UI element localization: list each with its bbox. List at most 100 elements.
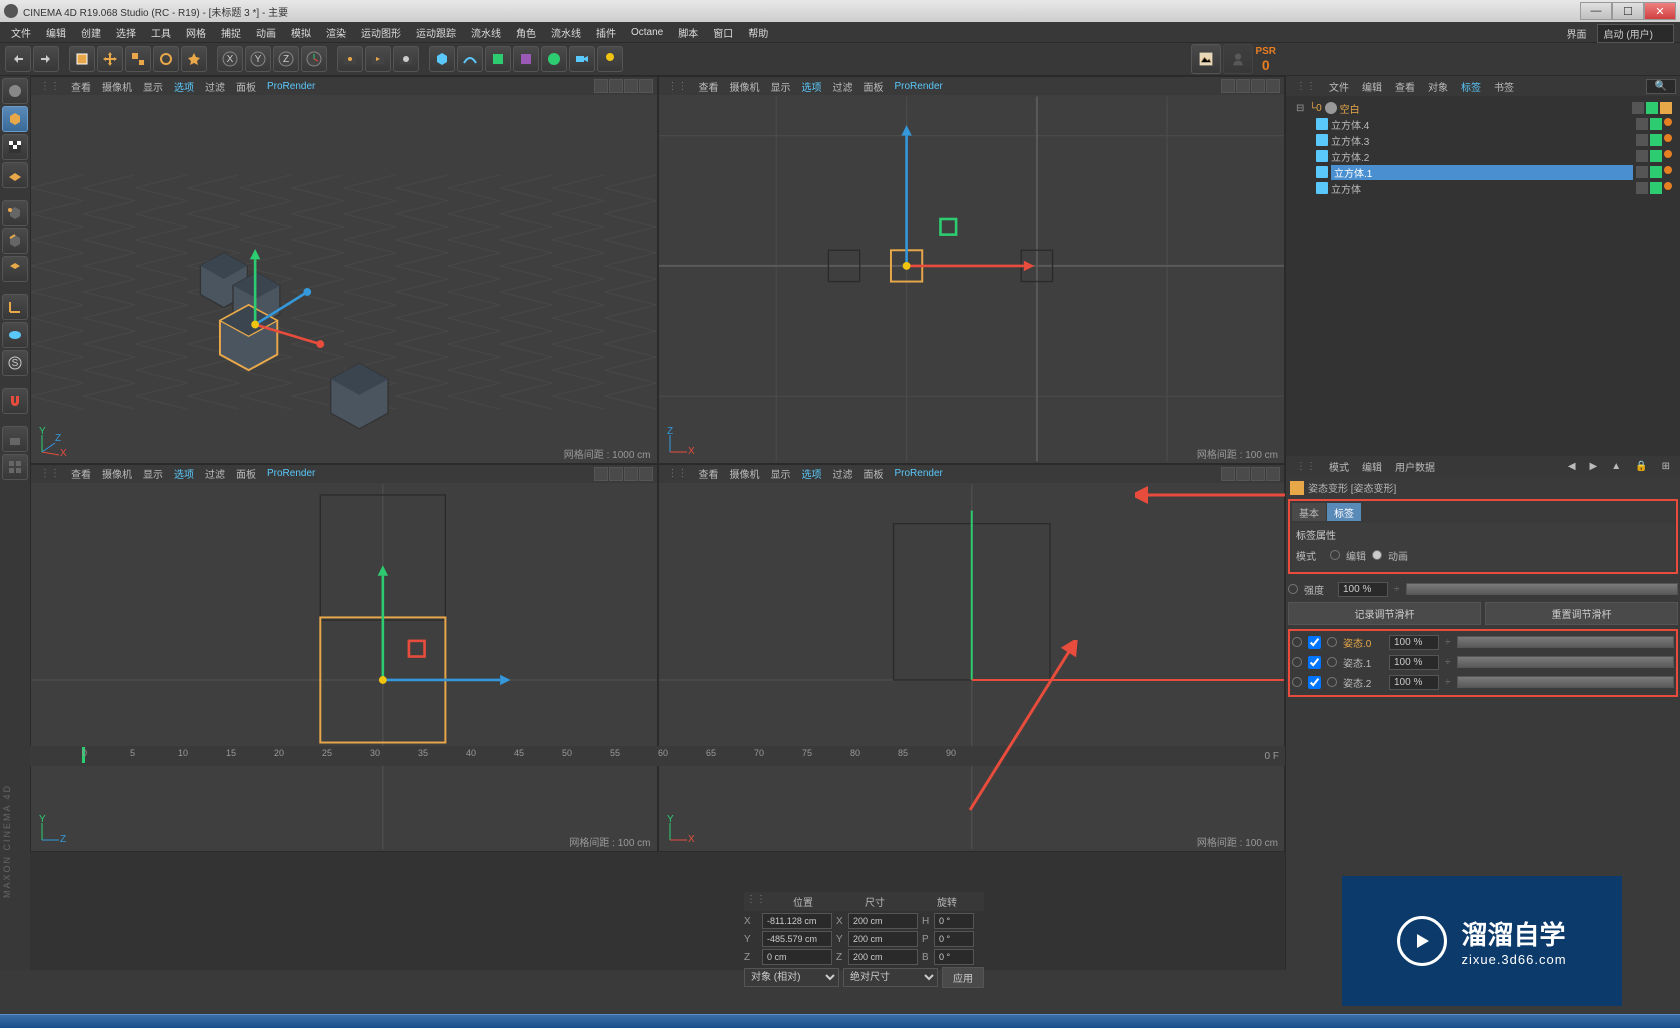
- edges-mode-button[interactable]: [2, 228, 28, 254]
- viewport-solo-button[interactable]: [2, 322, 28, 348]
- tree-item-label[interactable]: 空白: [1340, 101, 1629, 116]
- menu-select[interactable]: 选择: [109, 23, 143, 42]
- layout-mode[interactable]: 启动 (用户): [1597, 24, 1674, 43]
- psr-indicator[interactable]: PSR 0: [1255, 46, 1276, 73]
- visibility-toggle-icon[interactable]: [1646, 102, 1658, 114]
- coord-sys-toggle[interactable]: [301, 46, 327, 72]
- mode-edit-radio[interactable]: [1330, 550, 1340, 560]
- lock-icon[interactable]: 🔒: [1629, 459, 1653, 474]
- menu-track[interactable]: 运动跟踪: [409, 23, 463, 42]
- menu-snap[interactable]: 捕捉: [214, 23, 248, 42]
- last-tool[interactable]: [181, 46, 207, 72]
- axis-button[interactable]: [2, 294, 28, 320]
- size-mode-select[interactable]: 绝对尺寸: [843, 968, 938, 987]
- tree-row-cube1[interactable]: 立方体.1: [1290, 164, 1676, 180]
- menu-mesh[interactable]: 网格: [179, 23, 213, 42]
- environment-button[interactable]: [541, 46, 567, 72]
- apply-button[interactable]: 应用: [942, 967, 984, 988]
- vp-menu-panel[interactable]: 面板: [231, 78, 261, 95]
- minimize-button[interactable]: —: [1580, 2, 1612, 20]
- pose1-slider[interactable]: [1457, 656, 1675, 668]
- vp-menu-filter[interactable]: 过滤: [200, 78, 230, 95]
- menu-script[interactable]: 脚本: [671, 23, 705, 42]
- size-z-field[interactable]: [848, 949, 918, 965]
- render-settings-button[interactable]: [393, 46, 419, 72]
- tree-row-null[interactable]: ⊟└0 空白: [1290, 100, 1676, 116]
- vp-nav-icon[interactable]: [594, 79, 608, 93]
- model-mode-button[interactable]: [2, 106, 28, 132]
- menu-pipe[interactable]: 流水线: [464, 23, 508, 42]
- coord-mode-select[interactable]: 对象 (相对): [744, 968, 839, 987]
- menu-edit[interactable]: 编辑: [39, 23, 73, 42]
- tag-icon[interactable]: [1660, 102, 1672, 114]
- generator-button[interactable]: [485, 46, 511, 72]
- maximize-button[interactable]: ☐: [1612, 2, 1644, 20]
- magnet-button[interactable]: [2, 388, 28, 414]
- z-axis-toggle[interactable]: Z: [273, 46, 299, 72]
- tree-row-cube4[interactable]: 立方体.4: [1290, 116, 1676, 132]
- menu-pipe2[interactable]: 流水线: [544, 23, 588, 42]
- spline-button[interactable]: [457, 46, 483, 72]
- menu-char[interactable]: 角色: [509, 23, 543, 42]
- vp-menu-options[interactable]: 选项: [169, 78, 199, 95]
- vp-nav-icon[interactable]: [624, 79, 638, 93]
- size-y-field[interactable]: [848, 931, 918, 947]
- snap-enable-button[interactable]: S: [2, 350, 28, 376]
- pose1-checkbox[interactable]: [1308, 656, 1321, 669]
- render-pv-button[interactable]: [365, 46, 391, 72]
- menu-anim[interactable]: 动画: [249, 23, 283, 42]
- mode-anim-radio[interactable]: [1372, 550, 1382, 560]
- viewport-front[interactable]: ⋮⋮ 查看摄像机显示选项过滤面板ProRender 正视图: [658, 464, 1286, 852]
- camera-button[interactable]: [569, 46, 595, 72]
- menu-render[interactable]: 渲染: [319, 23, 353, 42]
- menu-create[interactable]: 创建: [74, 23, 108, 42]
- obj-search-icon[interactable]: 🔍: [1646, 79, 1676, 94]
- move-tool[interactable]: [97, 46, 123, 72]
- picture-viewer-button[interactable]: [1191, 44, 1221, 74]
- scale-tool[interactable]: [125, 46, 151, 72]
- render-view-button[interactable]: [337, 46, 363, 72]
- object-tree[interactable]: ⊟└0 空白 立方体.4 立方体.3 立方体.2 立方体.1 立方体: [1286, 96, 1680, 456]
- pose2-slider[interactable]: [1457, 676, 1675, 688]
- quantize-button[interactable]: [2, 454, 28, 480]
- menu-file[interactable]: 文件: [4, 23, 38, 42]
- record-slider-button[interactable]: 记录调节滑杆: [1288, 602, 1481, 625]
- rot-p-field[interactable]: [934, 931, 974, 947]
- tree-row-cube2[interactable]: 立方体.2: [1290, 148, 1676, 164]
- vp-menu-prorender[interactable]: ProRender: [262, 80, 320, 93]
- y-axis-toggle[interactable]: Y: [245, 46, 271, 72]
- x-axis-toggle[interactable]: X: [217, 46, 243, 72]
- viewport-top[interactable]: ⋮⋮ 查看摄像机显示选项过滤面板ProRender 顶视图: [658, 76, 1286, 464]
- strength-field[interactable]: [1338, 582, 1388, 597]
- tree-row-cube0[interactable]: 立方体: [1290, 180, 1676, 196]
- timeline-ruler[interactable]: 0 5 10 15 20 25 30 35 40 45 50 55 60 65 …: [30, 746, 1285, 766]
- strength-key-icon[interactable]: [1288, 584, 1298, 594]
- menu-sim[interactable]: 模拟: [284, 23, 318, 42]
- vp-nav-icon[interactable]: [609, 79, 623, 93]
- reset-slider-button[interactable]: 重置调节滑杆: [1485, 602, 1678, 625]
- content-browser-button[interactable]: [1223, 44, 1253, 74]
- nav-fwd-icon[interactable]: ▶: [1584, 459, 1604, 474]
- select-tool[interactable]: [69, 46, 95, 72]
- viewport-right[interactable]: ⋮⋮ 查看摄像机显示选项过滤面板ProRender 右视图: [30, 464, 658, 852]
- nav-up-icon[interactable]: ▲: [1605, 459, 1627, 474]
- vp-menu-camera[interactable]: 摄像机: [97, 78, 137, 95]
- workplane-lock-button[interactable]: [2, 426, 28, 452]
- vp-nav-icon[interactable]: [639, 79, 653, 93]
- pose2-field[interactable]: [1389, 675, 1439, 690]
- pose0-slider[interactable]: [1457, 636, 1675, 648]
- undo-button[interactable]: [5, 46, 31, 72]
- menu-mograph[interactable]: 运动图形: [354, 23, 408, 42]
- rotate-tool[interactable]: [153, 46, 179, 72]
- attr-tab-basic[interactable]: 基本: [1292, 503, 1326, 521]
- light-button[interactable]: [597, 46, 623, 72]
- attr-tab-tag[interactable]: 标签: [1327, 503, 1361, 521]
- pos-z-field[interactable]: [762, 949, 832, 965]
- redo-button[interactable]: [33, 46, 59, 72]
- menu-help[interactable]: 帮助: [741, 23, 775, 42]
- menu-window[interactable]: 窗口: [706, 23, 740, 42]
- nav-back-icon[interactable]: ◀: [1562, 459, 1582, 474]
- viewport-perspective[interactable]: ⋮⋮ 查看 摄像机 显示 选项 过滤 面板 ProRender 透视视图: [30, 76, 658, 464]
- pos-x-field[interactable]: [762, 913, 832, 929]
- strength-slider[interactable]: [1406, 583, 1679, 595]
